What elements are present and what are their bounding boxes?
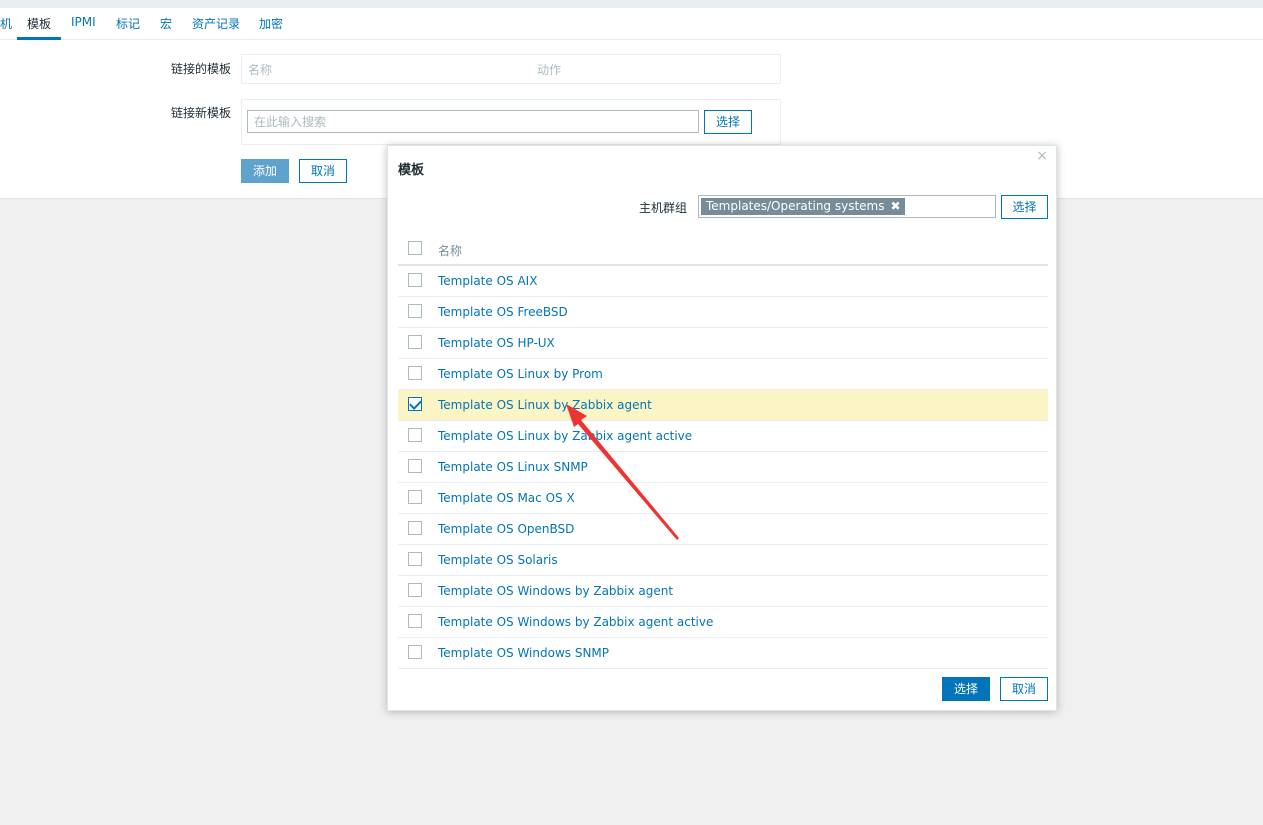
template-row[interactable]: Template OS Linux by Prom [398,359,1048,390]
template-link[interactable]: Template OS OpenBSD [438,522,574,536]
template-checkbox[interactable] [408,459,422,473]
template-link[interactable]: Template OS Windows SNMP [438,646,609,660]
template-row[interactable]: Template OS Solaris [398,545,1048,576]
tab-encryption[interactable]: 加密 [259,15,283,32]
template-row[interactable]: Template OS Linux by Zabbix agent [398,390,1048,421]
template-row[interactable]: Template OS Windows by Zabbix agent [398,576,1048,607]
template-checkbox[interactable] [408,335,422,349]
template-link[interactable]: Template OS FreeBSD [438,305,568,319]
cancel-button[interactable]: 取消 [299,159,347,183]
template-checkbox[interactable] [408,273,422,287]
add-button[interactable]: 添加 [241,159,289,183]
host-group-label: 主机群组 [639,201,688,215]
link-new-templates-box: 选择 [241,99,781,145]
tab-tags[interactable]: 标记 [116,15,140,32]
template-checkbox[interactable] [408,552,422,566]
close-icon[interactable]: × [1036,148,1048,164]
template-row[interactable]: Template OS Windows SNMP [398,638,1048,669]
templates-dialog: 模板 × 主机群组 Templates/Operating systems ✖ 选… [387,145,1057,711]
tab-macros[interactable]: 宏 [160,15,172,32]
template-link[interactable]: Template OS Windows by Zabbix agent [438,584,673,598]
dialog-title: 模板 [398,163,425,178]
template-row[interactable]: Template OS Linux by Zabbix agent active [398,421,1048,452]
template-link[interactable]: Template OS Mac OS X [438,491,575,505]
template-row[interactable]: Template OS Linux SNMP [398,452,1048,483]
template-row[interactable]: Template OS Mac OS X [398,483,1048,514]
template-row[interactable]: Template OS AIX [398,266,1048,297]
template-link[interactable]: Template OS Linux by Zabbix agent [438,398,652,412]
host-group-chip: Templates/Operating systems ✖ [701,198,905,215]
template-row[interactable]: Template OS Windows by Zabbix agent acti… [398,607,1048,638]
template-link[interactable]: Template OS Solaris [438,553,558,567]
template-link[interactable]: Template OS Windows by Zabbix agent acti… [438,615,713,629]
template-link[interactable]: Template OS Linux SNMP [438,460,588,474]
dialog-cancel-button[interactable]: 取消 [1000,677,1048,701]
template-link[interactable]: Template OS AIX [438,274,537,288]
linked-col-name: 名称 [248,63,273,77]
chip-remove-icon[interactable]: ✖ [891,199,901,213]
dialog-select-button[interactable]: 选择 [942,677,990,701]
select-all-checkbox[interactable] [408,241,422,255]
template-checkbox[interactable] [408,397,422,411]
column-name-header: 名称 [438,244,463,258]
template-checkbox[interactable] [408,645,422,659]
host-group-field[interactable]: Templates/Operating systems ✖ [698,195,996,218]
template-row[interactable]: Template OS HP-UX [398,328,1048,359]
template-row[interactable]: Template OS FreeBSD [398,297,1048,328]
template-search-input[interactable] [247,110,699,133]
select-template-button[interactable]: 选择 [704,110,752,134]
template-link[interactable]: Template OS HP-UX [438,336,555,350]
template-checkbox[interactable] [408,490,422,504]
template-checkbox[interactable] [408,614,422,628]
tab-templates[interactable]: 模板 [27,15,51,32]
link-new-templates-label: 链接新模板 [171,106,232,120]
template-row[interactable]: Template OS OpenBSD [398,514,1048,545]
template-checkbox[interactable] [408,521,422,535]
host-group-select-button[interactable]: 选择 [1001,195,1048,219]
template-link[interactable]: Template OS Linux by Prom [438,367,603,381]
template-checkbox[interactable] [408,304,422,318]
active-tab-indicator [17,37,61,40]
linked-templates-label: 链接的模板 [171,62,232,76]
template-checkbox[interactable] [408,366,422,380]
linked-col-action: 动作 [537,63,562,77]
tab-bar: 机 模板 IPMI 标记 宏 资产记录 加密 [0,8,1263,40]
tab-inventory[interactable]: 资产记录 [192,15,240,32]
template-link[interactable]: Template OS Linux by Zabbix agent active [438,429,692,443]
template-checkbox[interactable] [408,428,422,442]
linked-templates-table: 名称 动作 [241,54,781,84]
host-group-chip-label: Templates/Operating systems [706,199,885,213]
list-header: 名称 [398,234,1048,266]
top-strip [0,0,1263,8]
tab-host[interactable]: 机 [0,15,12,32]
tab-ipmi[interactable]: IPMI [71,15,96,29]
template-checkbox[interactable] [408,583,422,597]
